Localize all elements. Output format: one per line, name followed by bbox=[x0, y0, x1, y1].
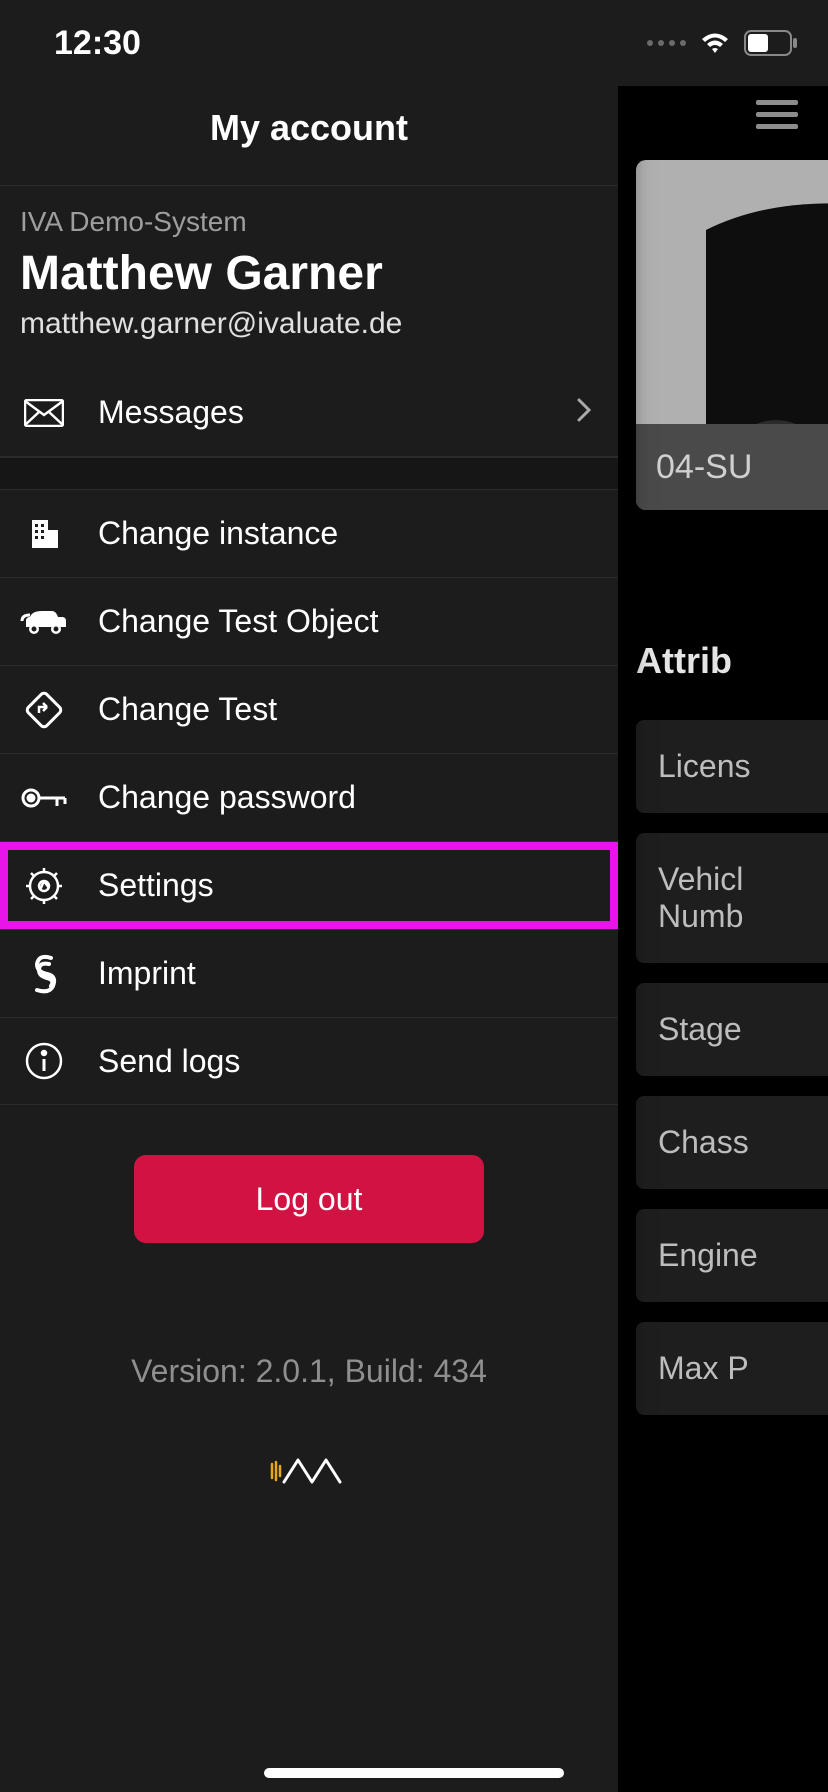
user-email: matthew.garner@ivaluate.de bbox=[20, 307, 598, 341]
change-test-row[interactable]: Change Test bbox=[0, 665, 618, 753]
building-icon bbox=[20, 516, 68, 552]
row-label: Change Test Object bbox=[98, 603, 598, 640]
hamburger-menu-button[interactable] bbox=[756, 100, 798, 130]
attributes-heading: Attrib bbox=[636, 640, 732, 682]
send-logs-row[interactable]: Send logs bbox=[0, 1017, 618, 1105]
logout-button[interactable]: Log out bbox=[134, 1155, 484, 1243]
change-password-row[interactable]: Change password bbox=[0, 753, 618, 841]
attribute-row[interactable]: Engine bbox=[636, 1209, 828, 1302]
change-test-object-row[interactable]: Change Test Object bbox=[0, 577, 618, 665]
status-time: 12:30 bbox=[54, 24, 141, 63]
messages-label: Messages bbox=[98, 394, 546, 431]
system-label: IVA Demo-System bbox=[20, 206, 598, 238]
settings-row[interactable]: Settings bbox=[0, 841, 618, 929]
row-label: Change password bbox=[98, 779, 598, 816]
row-label: Imprint bbox=[98, 955, 598, 992]
page-title: My account bbox=[210, 107, 408, 149]
home-indicator[interactable] bbox=[264, 1768, 564, 1778]
user-name: Matthew Garner bbox=[20, 246, 598, 301]
app-logo bbox=[0, 1450, 618, 1490]
version-label: Version: 2.0.1, Build: 434 bbox=[0, 1353, 618, 1390]
cars-icon bbox=[20, 607, 68, 637]
attribute-row[interactable]: Chass bbox=[636, 1096, 828, 1189]
battery-icon bbox=[744, 30, 798, 56]
paragraph-icon bbox=[20, 952, 68, 996]
row-label: Change instance bbox=[98, 515, 598, 552]
chevron-right-icon bbox=[576, 397, 598, 428]
profile-block: IVA Demo-System Matthew Garner matthew.g… bbox=[0, 186, 618, 349]
attribute-row[interactable]: Licens bbox=[636, 720, 828, 813]
attribute-row[interactable]: Vehicl Numb bbox=[636, 833, 828, 963]
vehicle-card-caption: 04-SU bbox=[636, 424, 828, 510]
gear-icon bbox=[20, 866, 68, 906]
messages-row[interactable]: Messages bbox=[0, 369, 618, 457]
row-label: Change Test bbox=[98, 691, 598, 728]
vehicle-card[interactable]: 04-SU bbox=[636, 160, 828, 510]
attribute-row[interactable]: Max P bbox=[636, 1322, 828, 1415]
imprint-row[interactable]: Imprint bbox=[0, 929, 618, 1017]
sign-icon bbox=[20, 691, 68, 729]
key-icon bbox=[20, 786, 68, 810]
signal-dots-icon bbox=[647, 40, 686, 46]
row-label: Settings bbox=[98, 867, 598, 904]
row-label: Send logs bbox=[98, 1043, 598, 1080]
attribute-row[interactable]: Stage bbox=[636, 983, 828, 1076]
account-drawer: My account IVA Demo-System Matthew Garne… bbox=[0, 0, 618, 1792]
section-separator bbox=[0, 457, 618, 489]
wifi-icon bbox=[698, 31, 732, 55]
info-icon bbox=[20, 1041, 68, 1081]
change-instance-row[interactable]: Change instance bbox=[0, 489, 618, 577]
envelope-icon bbox=[20, 399, 68, 427]
status-bar: 12:30 bbox=[0, 0, 828, 86]
